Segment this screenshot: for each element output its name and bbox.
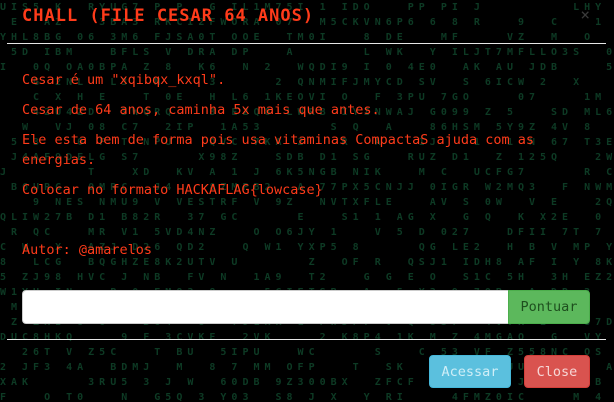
header-divider [7,43,606,44]
acessar-button[interactable]: Acessar [429,355,511,388]
author-credit: Autor: @amarelos [22,242,153,258]
close-button[interactable]: Close [524,355,590,388]
challenge-modal: CHALL (FILE CESAR 64 ANOS) × Cesar é um … [0,0,614,402]
flag-input[interactable] [22,290,508,324]
flag-format-hint: Colocar no formato HACKAFLAG{lowcase} [22,182,323,198]
description-line-3: Ele esta bem de forma pois usa vitaminas… [22,132,535,168]
description-line-1: Cesar é um "xqibqx_kxql". [22,72,226,88]
description-line-2: Cesar de 64 anos, caminha 5x mais que an… [22,102,380,118]
modal-title: CHALL (FILE CESAR 64 ANOS) [22,6,315,26]
footer-divider [7,339,606,340]
pontuar-button[interactable]: Pontuar [508,290,590,324]
close-icon[interactable]: × [580,5,590,24]
